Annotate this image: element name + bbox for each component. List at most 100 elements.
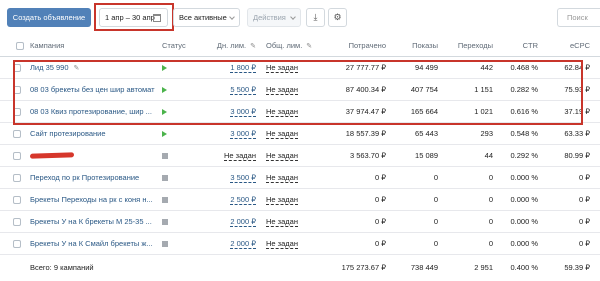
spent-cell: 0 ₽	[317, 210, 392, 233]
table-header-row: Кампания Статус Дн. лим. ✎ Общ. лим. ✎ Пот…	[0, 36, 600, 57]
table-row[interactable]: 08 03 Квиз протезирование, шир ... 3 000 …	[0, 100, 600, 123]
day-limit-value[interactable]: 2 500 ₽	[230, 194, 256, 205]
table-row[interactable]: Не задан Не задан 3 563.70 ₽15 089 44 0.292 …	[0, 144, 600, 167]
clicks-cell: 1 021	[444, 100, 499, 123]
totals-ctr: 0.400 %	[510, 262, 538, 272]
ecpc-cell: 75.93 ₽	[544, 78, 600, 101]
header-ecpc[interactable]: eCPC	[544, 36, 600, 57]
total-limit-value[interactable]: Не задан	[266, 216, 298, 227]
row-checkbox[interactable]	[13, 129, 21, 138]
shows-cell: 407 754	[392, 78, 444, 101]
header-status[interactable]: Статус	[162, 36, 204, 57]
active-status-icon[interactable]	[162, 108, 167, 115]
ctr-cell: 0.292 %	[499, 144, 544, 167]
chevron-down-icon	[290, 14, 296, 20]
ctr-cell: 0.616 %	[499, 100, 544, 123]
table-row[interactable]: Сайт протезирование 3 000 ₽ Не задан 18 557…	[0, 122, 600, 145]
campaign-name-link[interactable]: Брекеты У на К Смайл брекеты ж...	[30, 239, 153, 248]
status-filter-label: Все активные	[179, 13, 227, 22]
table-row[interactable]: Лид 35 990 ✎ 1 800 ₽ Не задан 27 777.77 ₽94 …	[0, 56, 600, 79]
table-row[interactable]: Брекеты У на К брекеты М 25-35 ... 2 000 …	[0, 210, 600, 233]
day-limit-value[interactable]: 2 000 ₽	[230, 216, 256, 227]
header-day-limit[interactable]: Дн. лим. ✎	[204, 36, 260, 57]
campaign-name-link[interactable]: 08 03 брекеты без цен шир автомат	[30, 85, 155, 94]
day-limit-value[interactable]: Не задан	[224, 150, 256, 161]
header-campaign[interactable]: Кампания	[26, 36, 162, 57]
stopped-status-icon[interactable]	[162, 196, 168, 203]
total-limit-value[interactable]: Не задан	[266, 84, 298, 95]
row-checkbox[interactable]	[13, 151, 21, 160]
total-limit-value[interactable]: Не задан	[266, 172, 298, 183]
table-row[interactable]: Переход по рк Протезирование 3 500 ₽ Не за…	[0, 166, 600, 189]
header-total-limit[interactable]: Общ. лим. ✎	[260, 36, 317, 57]
campaign-name-link[interactable]: Брекеты Переходы на рк с коня н...	[30, 195, 153, 204]
total-limit-value[interactable]: Не задан	[266, 150, 298, 161]
pencil-icon[interactable]: ✎	[250, 42, 256, 50]
settings-button[interactable]: ⚙	[328, 8, 347, 27]
table-body: Лид 35 990 ✎ 1 800 ₽ Не задан 27 777.77 ₽94 …	[0, 56, 600, 255]
active-status-icon[interactable]	[162, 64, 167, 71]
day-limit-value[interactable]: 3 000 ₽	[230, 128, 256, 139]
active-status-icon[interactable]	[162, 130, 167, 137]
total-limit-value[interactable]: Не задан	[266, 62, 298, 73]
download-button[interactable]: ⤓	[306, 8, 325, 27]
create-ad-button[interactable]: Создать объявление	[7, 8, 91, 27]
table-row[interactable]: Брекеты Переходы на рк с коня н... 2 500 …	[0, 188, 600, 211]
status-filter-select[interactable]: Все активные	[173, 8, 240, 27]
ecpc-cell: 37.19 ₽	[544, 100, 600, 123]
total-limit-cell: Не задан	[260, 166, 317, 189]
stopped-status-icon[interactable]	[162, 152, 168, 159]
total-limit-value[interactable]: Не задан	[266, 128, 298, 139]
totals-ecpc: 59.39 ₽	[564, 262, 590, 272]
campaign-name-link[interactable]: 08 03 Квиз протезирование, шир ...	[30, 107, 152, 116]
row-checkbox[interactable]	[13, 239, 21, 248]
row-checkbox[interactable]	[13, 217, 21, 226]
campaign-name-link[interactable]: Сайт протезирование	[30, 129, 106, 138]
search-placeholder: Поиск	[567, 13, 588, 22]
header-spent[interactable]: Потрачено	[317, 36, 392, 57]
day-limit-value[interactable]: 1 800 ₽	[230, 62, 256, 73]
total-limit-cell: Не задан	[260, 100, 317, 123]
header-shows[interactable]: Показы	[392, 36, 444, 57]
total-limit-value[interactable]: Не задан	[266, 194, 298, 205]
stopped-status-icon[interactable]	[162, 218, 168, 225]
stopped-status-icon[interactable]	[162, 174, 168, 181]
day-limit-cell: 3 500 ₽	[204, 166, 260, 189]
total-limit-cell: Не задан	[260, 122, 317, 145]
ctr-cell: 0.548 %	[499, 122, 544, 145]
total-limit-value[interactable]: Не задан	[266, 238, 298, 249]
row-checkbox[interactable]	[13, 107, 21, 116]
clicks-cell: 1 151	[444, 78, 499, 101]
campaign-name-link[interactable]: Лид 35 990	[30, 63, 69, 72]
status-cell	[162, 210, 204, 233]
day-limit-value[interactable]: 2 000 ₽	[230, 238, 256, 249]
actions-select[interactable]: Действия	[247, 8, 301, 27]
header-ctr[interactable]: CTR	[499, 36, 544, 57]
campaign-name-cell: Сайт протезирование	[26, 122, 162, 145]
table-row[interactable]: 08 03 брекеты без цен шир автомат 5 500 ₽…	[0, 78, 600, 101]
ecpc-cell: 0 ₽	[544, 188, 600, 211]
status-cell	[162, 78, 204, 101]
campaign-name-link[interactable]: Переход по рк Протезирование	[30, 173, 139, 182]
spent-cell: 18 557.39 ₽	[317, 122, 392, 145]
header-clicks[interactable]: Переходы	[444, 36, 499, 57]
pencil-icon[interactable]: ✎	[306, 42, 312, 50]
select-all-checkbox[interactable]	[15, 42, 24, 51]
row-checkbox[interactable]	[13, 173, 21, 182]
row-checkbox[interactable]	[13, 85, 21, 94]
table-row[interactable]: Брекеты У на К Смайл брекеты ж... 2 000 ₽…	[0, 232, 600, 255]
search-input[interactable]: Поиск	[557, 8, 600, 27]
clicks-cell: 0	[444, 166, 499, 189]
campaign-name-link[interactable]: Брекеты У на К брекеты М 25-35 ...	[30, 217, 152, 226]
total-limit-value[interactable]: Не задан	[266, 106, 298, 117]
row-checkbox[interactable]	[13, 63, 21, 72]
day-limit-value[interactable]: 3 500 ₽	[230, 172, 256, 183]
day-limit-value[interactable]: 5 500 ₽	[230, 84, 256, 95]
stopped-status-icon[interactable]	[162, 240, 168, 247]
shows-cell: 94 499	[392, 56, 444, 79]
pencil-icon[interactable]: ✎	[74, 64, 80, 72]
active-status-icon[interactable]	[162, 86, 167, 93]
day-limit-value[interactable]: 3 000 ₽	[230, 106, 256, 117]
row-checkbox[interactable]	[13, 195, 21, 204]
day-limit-cell: 2 000 ₽	[204, 210, 260, 233]
